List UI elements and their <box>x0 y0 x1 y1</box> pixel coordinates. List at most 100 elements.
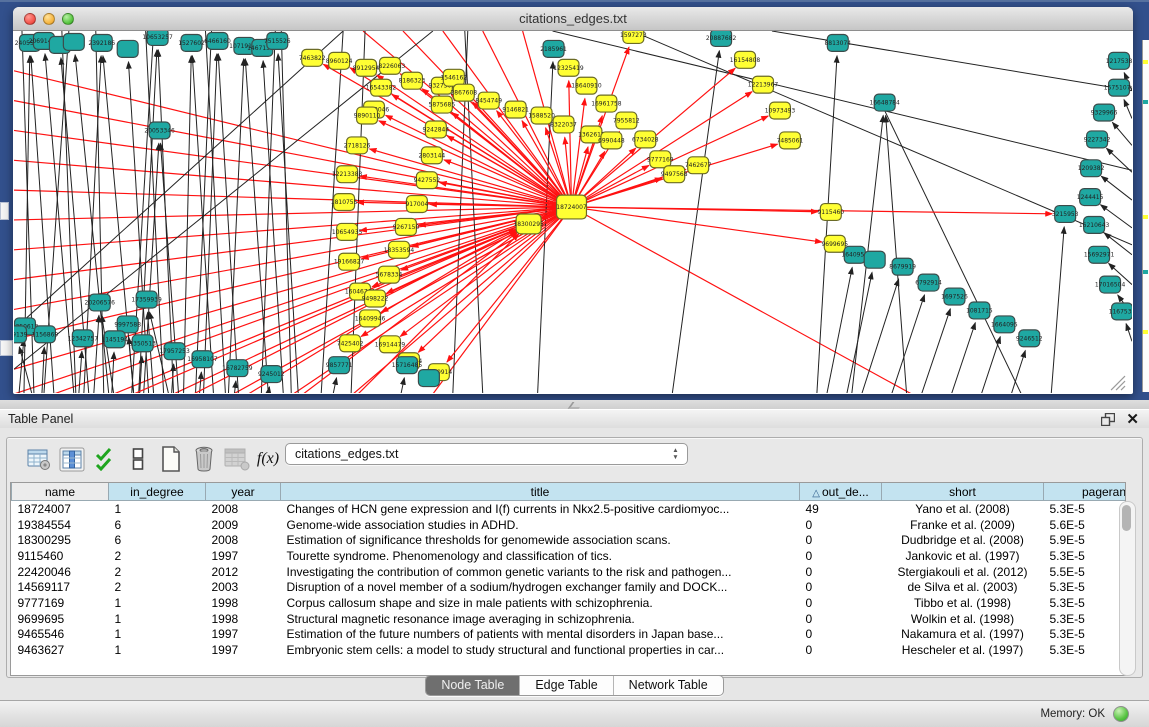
graph-node[interactable]: 7425402 <box>337 335 364 352</box>
table-cell[interactable]: 19384554 <box>12 517 109 533</box>
graph-node[interactable]: 6792914 <box>915 274 942 291</box>
table-cell[interactable]: 2008 <box>206 532 281 548</box>
graph-node[interactable]: 16210643 <box>1079 216 1110 233</box>
graph-node[interactable]: 18640910 <box>571 77 602 94</box>
graph-node[interactable]: 9267150 <box>393 218 420 235</box>
table-scrollbar[interactable] <box>1119 501 1136 676</box>
table-cell[interactable]: Yano et al. (2008) <box>882 501 1044 517</box>
close-panel-icon[interactable]: ✕ <box>1126 410 1139 428</box>
table-cell[interactable]: Dudbridge et al. (2008) <box>882 532 1044 548</box>
graph-node[interactable]: 2392186 <box>88 34 115 51</box>
table-cell[interactable]: Stergiakouli et al. (2012) <box>882 564 1044 580</box>
resize-grip-icon[interactable] <box>1111 376 1125 390</box>
graph-node[interactable]: 8322037 <box>550 116 577 133</box>
show-columns-button[interactable] <box>58 445 86 473</box>
column-header-in_degree[interactable]: in_degree <box>109 483 206 501</box>
table-cell[interactable]: Genome-wide association studies in ADHD. <box>281 517 800 533</box>
table-row[interactable]: 946362711997Embryonic stem cells: a mode… <box>12 642 1127 658</box>
table-cell[interactable]: 0 <box>800 642 882 658</box>
graph-node[interactable]: 6990448 <box>598 132 625 149</box>
graph-node[interactable]: 10653257 <box>142 31 173 45</box>
table-cell[interactable]: Tourette syndrome. Phenomenology and cla… <box>281 548 800 564</box>
graph-node[interactable]: 7955812 <box>613 112 640 129</box>
graph-node[interactable]: 9498222 <box>362 290 389 307</box>
graph-node[interactable]: 9890110 <box>354 107 381 124</box>
panel-splitter[interactable] <box>0 400 1149 409</box>
graph-node[interactable]: 12325419 <box>553 59 584 76</box>
graph-node[interactable]: 18353594 <box>384 241 415 258</box>
graph-node[interactable]: 1244415 <box>1077 189 1104 206</box>
graph-node[interactable]: 16782759 <box>222 360 253 377</box>
graph-node[interactable]: 1527602 <box>178 34 205 51</box>
table-cell[interactable]: Nakamura et al. (1997) <box>882 627 1044 643</box>
graph-node[interactable]: 1350513 <box>129 335 156 352</box>
table-cell[interactable]: 1998 <box>206 611 281 627</box>
graph-node[interactable]: 9115460 <box>817 204 844 221</box>
graph-node[interactable]: 5678334 <box>376 266 403 283</box>
table-cell[interactable]: 1998 <box>206 595 281 611</box>
table-cell[interactable]: Disruption of a novel member of a sodium… <box>281 579 800 595</box>
table-settings-button[interactable] <box>25 445 53 473</box>
graph-node[interactable]: 20053346 <box>144 122 175 139</box>
table-cell[interactable]: Changes of HCN gene expression and I(f) … <box>281 501 800 517</box>
graph-node[interactable]: 17957253 <box>159 343 190 360</box>
graph-node[interactable]: 12213967 <box>748 76 779 93</box>
table-row[interactable]: 946554611997Estimation of the future num… <box>12 627 1127 643</box>
graph-node[interactable]: 9246512 <box>1016 330 1043 347</box>
table-cell[interactable]: 2 <box>109 548 206 564</box>
table-cell[interactable]: 18724007 <box>12 501 109 517</box>
table-cell[interactable]: 2 <box>109 579 206 595</box>
table-cell[interactable]: 2 <box>109 564 206 580</box>
graph-node[interactable]: 1081715 <box>966 302 993 319</box>
graph-node[interactable] <box>418 370 439 387</box>
column-header-title[interactable]: title <box>281 483 800 501</box>
table-cell[interactable]: Estimation of significance thresholds fo… <box>281 532 800 548</box>
graph-node[interactable]: 8960124 <box>326 52 353 69</box>
table-row[interactable]: 911546021997Tourette syndrome. Phenomeno… <box>12 548 1127 564</box>
graph-node[interactable]: 12213383 <box>332 166 363 183</box>
graph-node[interactable]: 1156869 <box>32 326 59 343</box>
graph-node[interactable]: 2803144 <box>419 147 446 164</box>
table-cell[interactable]: Corpus callosum shape and size in male p… <box>281 595 800 611</box>
table-cell[interactable]: 5.3E-5 <box>1044 548 1127 564</box>
network-view-window[interactable]: citations_edges.txt 18724007183002951822… <box>13 7 1133 394</box>
graph-node[interactable]: 18724007 <box>556 195 587 219</box>
graph-node[interactable]: 7515526 <box>264 32 291 49</box>
graph-node[interactable]: 20206576 <box>85 294 116 311</box>
graph-node[interactable]: 1697526 <box>941 288 968 305</box>
table-cell[interactable]: 2008 <box>206 501 281 517</box>
graph-node[interactable]: 6734028 <box>632 131 659 148</box>
graph-node[interactable]: 10973493 <box>765 102 796 119</box>
table-cell[interactable]: Investigating the contribution of common… <box>281 564 800 580</box>
table-cell[interactable]: 1 <box>109 595 206 611</box>
table-row[interactable]: 2242004622012Investigating the contribut… <box>12 564 1127 580</box>
table-cell[interactable]: Embryonic stem cells: a model to study s… <box>281 642 800 658</box>
graph-node[interactable]: 7463822 <box>299 49 326 66</box>
graph-node[interactable]: 8912954 <box>353 59 380 76</box>
table-cell[interactable]: Franke et al. (2009) <box>882 517 1044 533</box>
column-header-year[interactable]: year <box>206 483 281 501</box>
graph-node[interactable]: 2185961 <box>540 40 567 57</box>
graph-node[interactable]: 17016504 <box>1095 276 1126 293</box>
graph-node[interactable]: 5875685 <box>429 96 456 113</box>
graph-node[interactable]: 12342757 <box>68 330 99 347</box>
table-cell[interactable]: de Silva et al. (2003) <box>882 579 1044 595</box>
graph-node[interactable]: 9245012 <box>258 366 285 383</box>
table-cell[interactable]: 9465546 <box>12 627 109 643</box>
table-cell[interactable]: Structural magnetic resonance image aver… <box>281 611 800 627</box>
clear-selection-button[interactable] <box>124 445 152 473</box>
graph-node[interactable]: 18300295 <box>513 214 544 234</box>
table-cell[interactable]: 18300295 <box>12 532 109 548</box>
graph-node[interactable]: 1597273 <box>620 31 647 43</box>
column-header-name[interactable]: name <box>12 483 109 501</box>
table-cell[interactable]: 0 <box>800 517 882 533</box>
graph-node[interactable] <box>117 40 138 57</box>
column-header-pagerank[interactable]: pagerank <box>1044 483 1127 501</box>
table-cell[interactable]: 5.3E-5 <box>1044 579 1127 595</box>
table-cell[interactable]: 6 <box>109 532 206 548</box>
table-cell[interactable]: 5.6E-5 <box>1044 517 1127 533</box>
graph-node[interactable]: 16961758 <box>591 95 622 112</box>
table-cell[interactable]: 5.5E-5 <box>1044 564 1127 580</box>
table-cell[interactable]: 1 <box>109 627 206 643</box>
table-cell[interactable]: Hescheler et al. (1997) <box>882 642 1044 658</box>
